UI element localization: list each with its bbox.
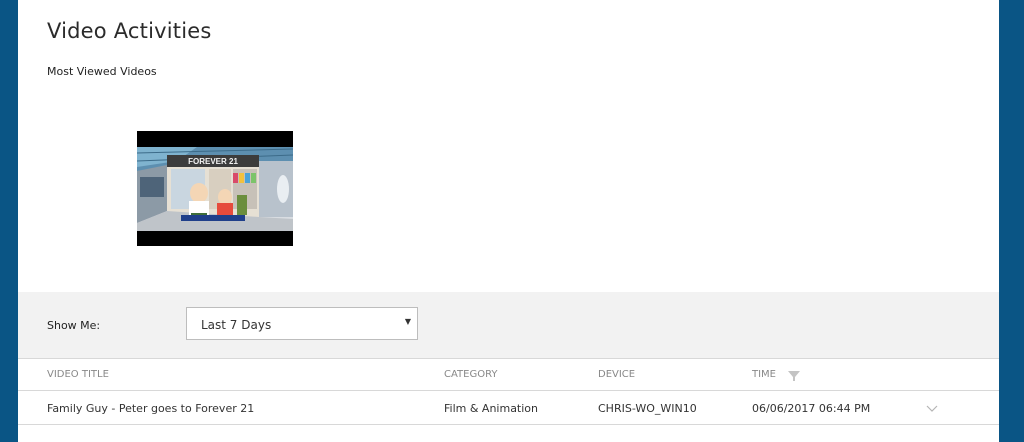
cell-time: 06/06/2017 06:44 PM (752, 402, 871, 415)
time-range-value: Last 7 Days (201, 318, 272, 332)
store-sign-text: FOREVER 21 (188, 157, 238, 166)
column-header-time[interactable]: TIME (752, 369, 776, 380)
table-header: VIDEO TITLE CATEGORY DEVICE TIME (18, 358, 999, 391)
table-row[interactable]: Family Guy - Peter goes to Forever 21 Fi… (18, 391, 999, 425)
chevron-down-icon[interactable] (926, 405, 938, 413)
cell-category: Film & Animation (444, 402, 539, 415)
column-header-device[interactable]: DEVICE (598, 369, 635, 380)
time-range-select[interactable]: Last 7 Days ▼ (186, 307, 418, 340)
page-title: Video Activities (47, 19, 212, 43)
filter-bar: Show Me: Last 7 Days ▼ (18, 292, 999, 358)
caret-down-icon: ▼ (404, 317, 411, 326)
video-thumbnail[interactable]: FOREVER 21 (137, 131, 293, 246)
video-activities-panel: Video Activities Most Viewed Videos FORE… (18, 0, 999, 442)
filter-funnel-icon[interactable] (788, 371, 800, 381)
cell-device: CHRIS-WO_WIN10 (598, 402, 697, 415)
column-header-category[interactable]: CATEGORY (444, 369, 498, 380)
video-thumbnail-image: FOREVER 21 (137, 131, 293, 246)
cell-video-title: Family Guy - Peter goes to Forever 21 (47, 402, 255, 415)
show-me-label: Show Me: (47, 319, 101, 332)
section-subtitle: Most Viewed Videos (47, 65, 157, 78)
column-header-video-title[interactable]: VIDEO TITLE (47, 369, 109, 380)
